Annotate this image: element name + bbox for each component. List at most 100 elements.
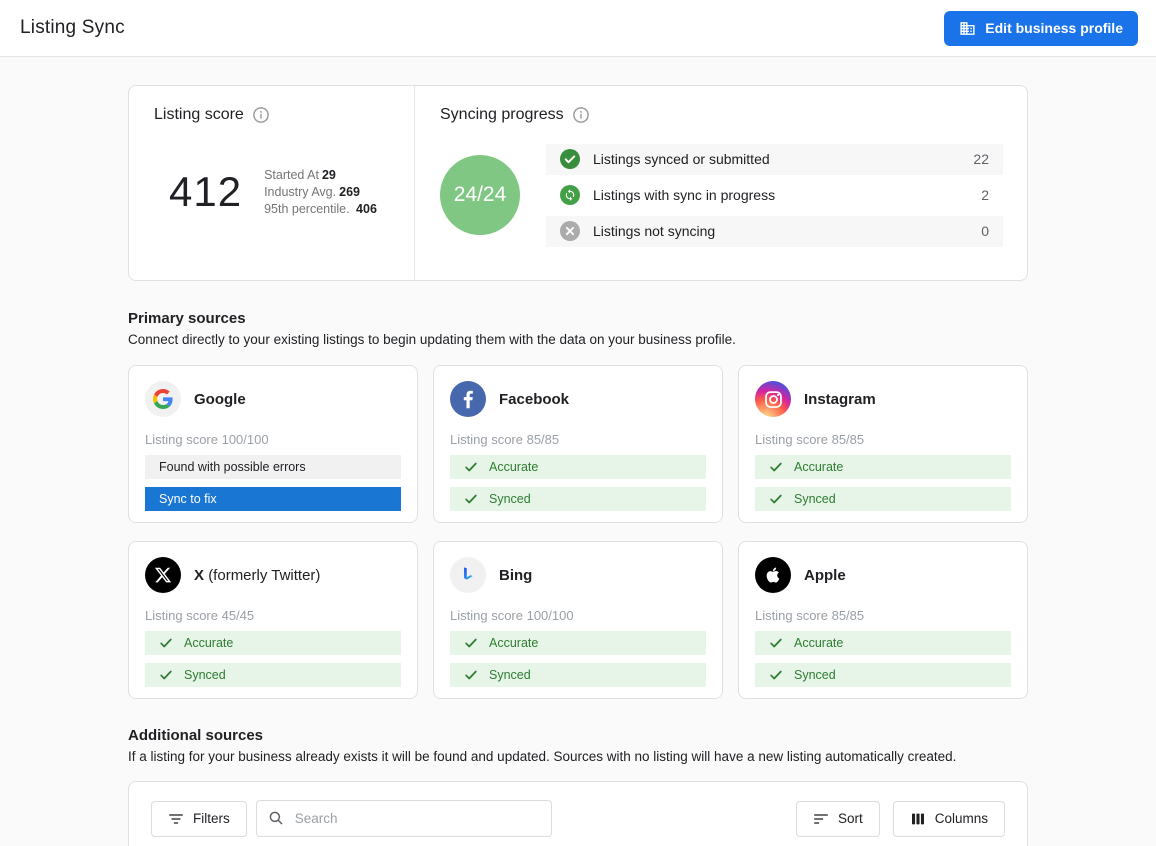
edit-business-profile-button[interactable]: Edit business profile [944,11,1138,46]
facebook-logo-icon [450,381,486,417]
check-icon [769,492,783,506]
sync-to-fix-button[interactable]: Sync to fix [145,487,401,511]
source-score: Listing score 45/45 [145,608,401,623]
status-label: Accurate [489,636,538,650]
sort-label: Sort [838,811,863,826]
primary-sources-title: Primary sources [128,310,1028,327]
status-label: Accurate [489,460,538,474]
check-icon [464,460,478,474]
status-warning-bar: Found with possible errors [145,455,401,479]
status-label: Accurate [794,636,843,650]
filters-label: Filters [193,811,230,826]
sort-button[interactable]: Sort [796,801,880,837]
sync-row-label: Listings synced or submitted [593,151,960,167]
check-circle-icon [560,149,580,169]
sync-row-value: 2 [981,187,989,203]
status-label: Synced [489,668,531,682]
apple-logo-icon [755,557,791,593]
primary-sources-subtitle: Connect directly to your existing listin… [128,332,1028,347]
page-title: Listing Sync [20,17,125,39]
check-icon [769,460,783,474]
additional-sources-card: Filters Sort Columns [128,781,1028,846]
business-building-icon [959,20,976,37]
source-card-bing: Bing Listing score 100/100 Accurate Sync… [433,541,723,699]
source-score: Listing score 100/100 [145,432,401,447]
columns-icon [910,811,926,827]
top-bar: Listing Sync Edit business profile [0,0,1156,57]
sync-progress-row: Listings synced or submitted 22 [546,144,1003,175]
status-accurate-bar: Accurate [145,631,401,655]
check-icon [464,668,478,682]
status-label: Synced [794,668,836,682]
sync-row-label: Listings not syncing [593,223,968,239]
source-card-instagram: Instagram Listing score 85/85 Accurate S… [738,365,1028,523]
bing-logo-icon [450,557,486,593]
sync-circle-icon [560,185,580,205]
sort-icon [813,811,829,827]
primary-sources-grid: Google Listing score 100/100 Found with … [128,365,1028,699]
source-name: X (formerly Twitter) [194,567,320,584]
source-name: Facebook [499,391,569,408]
source-score: Listing score 85/85 [450,432,706,447]
edit-business-profile-label: Edit business profile [985,20,1123,36]
status-synced-bar: Synced [145,663,401,687]
source-name: Google [194,391,246,408]
source-score: Listing score 85/85 [755,608,1011,623]
status-label: Accurate [794,460,843,474]
check-icon [769,668,783,682]
listing-score-panel: Listing score 412 Started At29 Industry … [129,86,415,280]
status-accurate-bar: Accurate [450,455,706,479]
source-card-facebook: Facebook Listing score 85/85 Accurate Sy… [433,365,723,523]
status-label: Synced [794,492,836,506]
search-icon [267,809,285,827]
source-score: Listing score 100/100 [450,608,706,623]
stat-industry-avg: Industry Avg.269 [264,185,377,199]
sync-progress-list: Listings synced or submitted 22 Listings… [546,144,1003,247]
status-synced-bar: Synced [755,663,1011,687]
status-label: Found with possible errors [159,460,306,474]
x-circle-icon [560,221,580,241]
source-score: Listing score 85/85 [755,432,1011,447]
status-label: Accurate [184,636,233,650]
instagram-logo-icon [755,381,791,417]
listing-score-stats: Started At29 Industry Avg.269 95th perce… [264,168,377,216]
source-name: Instagram [804,391,876,408]
status-synced-bar: Synced [450,487,706,511]
additional-sources-subtitle: If a listing for your business already e… [128,749,1028,764]
columns-label: Columns [935,811,988,826]
source-card-google: Google Listing score 100/100 Found with … [128,365,418,523]
source-card-x-twitter: X (formerly Twitter) Listing score 45/45… [128,541,418,699]
sync-row-label: Listings with sync in progress [593,187,968,203]
table-toolbar: Filters Sort Columns [129,782,1027,846]
status-synced-bar: Synced [755,487,1011,511]
search-field-wrap [256,800,552,837]
check-icon [464,636,478,650]
status-synced-bar: Synced [450,663,706,687]
source-name: Bing [499,567,532,584]
additional-sources-title: Additional sources [128,727,1028,744]
status-accurate-bar: Accurate [755,455,1011,479]
check-icon [769,636,783,650]
google-logo-icon [145,381,181,417]
check-icon [159,668,173,682]
info-icon[interactable] [252,106,270,124]
check-icon [464,492,478,506]
filter-icon [168,811,184,827]
status-accurate-bar: Accurate [755,631,1011,655]
main-content: Listing score 412 Started At29 Industry … [128,85,1028,846]
sync-row-value: 22 [973,151,989,167]
status-label: Sync to fix [159,492,217,506]
overview-card: Listing score 412 Started At29 Industry … [128,85,1028,281]
sync-progress-row: Listings not syncing 0 [546,216,1003,247]
info-icon[interactable] [572,106,590,124]
listing-score-title: Listing score [154,106,244,124]
status-label: Synced [184,668,226,682]
columns-button[interactable]: Columns [893,801,1005,837]
sync-progress-badge: 24/24 [440,155,520,235]
source-name: Apple [804,567,846,584]
filters-button[interactable]: Filters [151,801,247,837]
x-logo-icon [145,557,181,593]
stat-started-at: Started At29 [264,168,377,182]
search-input[interactable] [256,800,552,837]
check-icon [159,636,173,650]
